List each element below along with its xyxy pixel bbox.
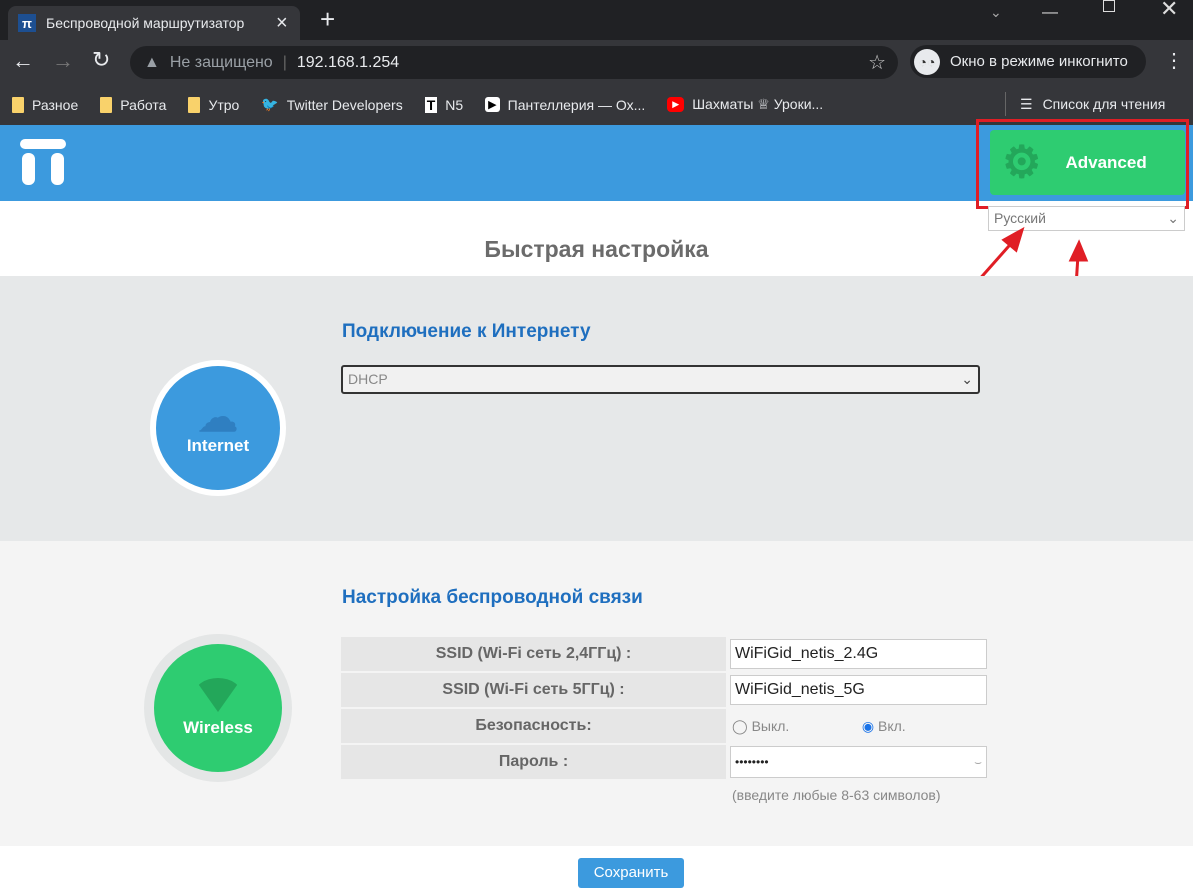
password-label: Пароль : [341, 745, 726, 779]
chevron-down-icon: ⌄ [961, 371, 973, 387]
security-off-radio[interactable]: ◯ Выкл. [732, 718, 858, 735]
password-input[interactable]: •••••••• ⌣ [730, 746, 987, 778]
wifi-icon [194, 678, 242, 712]
wireless-label: Wireless [183, 718, 253, 737]
ssid5-input[interactable] [730, 675, 987, 705]
wireless-form: SSID (Wi-Fi сеть 2,4ГГц) : SSID (Wi-Fi с… [339, 635, 989, 811]
internet-circle: ☁ Internet [150, 360, 286, 496]
show-password-eye-icon[interactable]: ⌣ [974, 755, 982, 770]
ssid24-label: SSID (Wi-Fi сеть 2,4ГГц) : [341, 637, 726, 671]
connection-type-select[interactable]: DHCP ⌄ [341, 365, 980, 394]
internet-section: ☁ Internet Подключение к Интернету DHCP ⌄ [0, 276, 1193, 541]
connection-type-value: DHCP [348, 371, 388, 387]
wireless-circle: Wireless [144, 634, 292, 782]
ssid24-input[interactable] [730, 639, 987, 669]
cloud-icon: ☁ [198, 396, 238, 440]
internet-label: Internet [186, 436, 250, 455]
wireless-section: Wireless Настройка беспроводной связи SS… [0, 541, 1193, 846]
security-label: Безопасность: [341, 709, 726, 743]
wireless-heading: Настройка беспроводной связи [342, 587, 643, 608]
ssid5-label: SSID (Wi-Fi сеть 5ГГц) : [341, 673, 726, 707]
internet-heading: Подключение к Интернету [342, 321, 591, 342]
password-hint: (введите любые 8-63 символов) [732, 787, 941, 803]
password-value: •••••••• [735, 755, 769, 769]
security-on-radio[interactable]: ◉ Вкл. [862, 718, 906, 734]
page-title: Быстрая настройка [484, 236, 709, 262]
save-button[interactable]: Сохранить [578, 858, 684, 888]
security-off-label: Выкл. [751, 717, 790, 734]
security-on-label: Вкл. [878, 717, 906, 734]
